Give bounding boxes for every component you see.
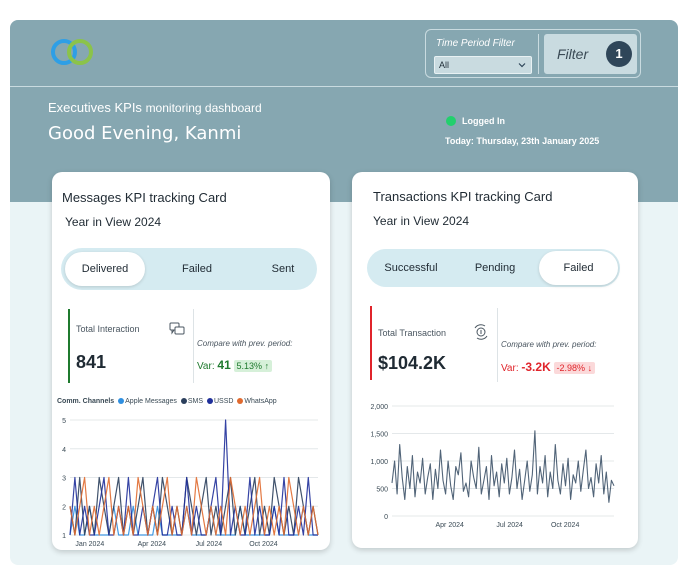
legend-label: USSD	[213, 398, 234, 405]
kpi-accent-bar	[68, 309, 70, 383]
card-title: Transactions KPI tracking Card	[373, 189, 553, 204]
y-tick-label: 1,500	[370, 432, 388, 439]
arrow-up-icon: ↑	[264, 361, 270, 371]
messages-status-tabs: Delivered Failed Sent	[61, 248, 317, 290]
variance-prefix: Var:	[197, 361, 215, 372]
card-year: Year in View 2024	[65, 215, 162, 229]
tab-pending[interactable]: Pending	[455, 251, 535, 285]
legend-item[interactable]: WhatsApp	[237, 398, 277, 405]
variance-prefix: Var:	[501, 363, 519, 374]
y-tick-label: 500	[376, 487, 388, 494]
kpi-value: 841	[76, 352, 107, 372]
transactions-line-chart: 0 500 1,000 1,500 2,000 Apr 2024 Jul 2024 Oct 2…	[370, 404, 615, 529]
kpi-divider	[193, 309, 194, 383]
legend-item[interactable]: USSD	[206, 398, 234, 405]
x-tick-label: Jan 2024	[75, 541, 104, 548]
x-tick-label: Oct 2024	[249, 541, 278, 548]
messages-kpi-card: Messages KPI tracking Card Year in View …	[52, 172, 330, 550]
status-dot-icon	[446, 116, 456, 126]
kpi-value: $104.2K	[378, 353, 447, 373]
x-tick-label: Apr 2024	[436, 522, 465, 529]
filter-count-badge: 1	[606, 41, 632, 67]
legend-label: SMS	[187, 398, 204, 405]
arrow-down-icon: ↓	[587, 363, 593, 373]
tab-sent[interactable]: Sent	[243, 252, 323, 286]
login-status: Logged In	[462, 116, 505, 126]
tab-failed[interactable]: Failed	[157, 252, 237, 286]
header-divider	[10, 86, 678, 87]
legend-title: Comm. Channels	[57, 398, 115, 405]
transactions-kpi-card: Transactions KPI tracking Card Year in V…	[352, 172, 638, 548]
series-line-1	[391, 430, 615, 503]
card-year: Year in View 2024	[373, 214, 470, 228]
y-tick-label: 5	[62, 418, 66, 425]
y-tick-label: 1	[62, 533, 66, 540]
logo-icon	[51, 39, 93, 65]
card-title: Messages KPI tracking Card	[62, 190, 227, 205]
x-tick-label: Jul 2024	[196, 541, 223, 548]
x-tick-label: Oct 2024	[551, 522, 580, 529]
chat-bubbles-icon	[169, 322, 185, 335]
filter-divider	[538, 34, 539, 74]
compare-label: Compare with prev. period:	[197, 339, 293, 348]
current-date: Today: Thursday, 23th January 2025	[445, 136, 600, 146]
y-tick-label: 2	[62, 504, 66, 511]
variance-percent-badge: -2.98% ↓	[553, 362, 596, 374]
kpi-label: Total Transaction	[378, 328, 447, 338]
legend-item[interactable]: Apple Messages	[118, 398, 177, 405]
variance-row: Var: -3.2K -2.98% ↓	[501, 360, 596, 374]
channel-legend: Comm. Channels Apple Messages SMS USSD W…	[57, 398, 277, 405]
transactions-status-tabs: Successful Pending Failed	[367, 249, 620, 287]
dashboard-frame: Time Period Filter All Filter 1 Executiv…	[10, 20, 678, 565]
subtitle-small: monitoring dashboard	[145, 101, 262, 115]
money-exchange-icon	[474, 324, 488, 340]
x-tick-label: Apr 2024	[138, 541, 167, 548]
kpi-divider	[497, 308, 498, 382]
greeting: Good Evening, Kanmi	[48, 123, 242, 144]
tab-failed[interactable]: Failed	[539, 251, 618, 285]
tab-delivered[interactable]: Delivered	[65, 252, 145, 286]
variance-percent-badge: 5.13% ↑	[233, 360, 273, 372]
kpi-accent-bar	[370, 306, 372, 380]
y-tick-label: 2,000	[370, 404, 388, 411]
variance-percent: -2.98%	[556, 363, 586, 373]
legend-item[interactable]: SMS	[180, 398, 204, 405]
time-period-filter-panel: Time Period Filter All Filter 1	[425, 29, 641, 78]
legend-label: WhatsApp	[244, 398, 277, 405]
time-period-label: Time Period Filter	[436, 38, 515, 49]
legend-label: Apple Messages	[125, 398, 177, 405]
filter-button[interactable]: Filter 1	[544, 34, 637, 74]
y-tick-label: 3	[62, 476, 66, 483]
y-tick-label: 1,000	[370, 459, 388, 466]
variance-value: 41	[217, 358, 231, 372]
tab-successful[interactable]: Successful	[371, 251, 451, 285]
filter-button-label: Filter	[557, 46, 589, 62]
kpi-label: Total Interaction	[76, 324, 140, 334]
y-tick-label: 0	[384, 514, 388, 521]
variance-value: -3.2K	[521, 360, 551, 374]
y-tick-label: 4	[62, 447, 66, 454]
variance-percent: 5.13%	[236, 361, 263, 371]
variance-row: Var: 41 5.13% ↑	[197, 358, 273, 372]
subtitle-main: Executives KPIs	[48, 100, 142, 115]
chevron-down-icon	[518, 63, 526, 68]
x-tick-label: Jul 2024	[496, 522, 523, 529]
compare-label: Compare with prev. period:	[501, 340, 597, 349]
time-period-select[interactable]: All	[434, 56, 532, 74]
time-period-value: All	[439, 60, 450, 70]
dashboard-subtitle: Executives KPIs monitoring dashboard	[48, 100, 262, 115]
messages-line-chart: 1 2 3 4 5 Jan 2024 Apr 2024 Jul 2024 Oct 2024	[62, 418, 319, 548]
